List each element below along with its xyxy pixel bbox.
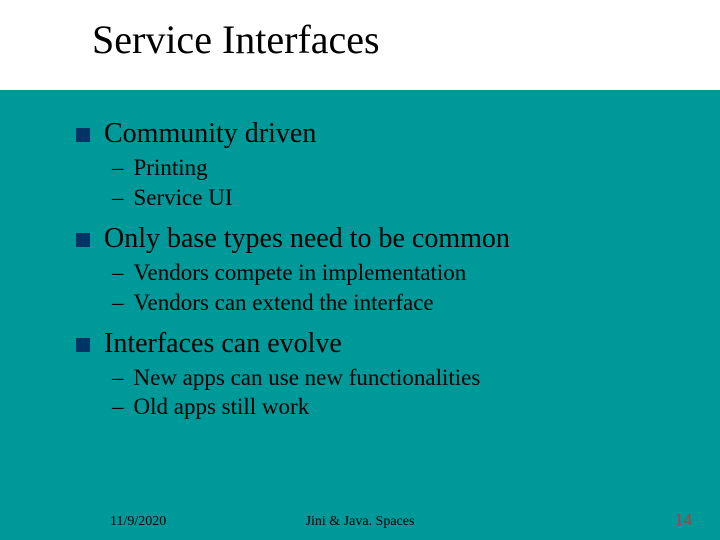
sub-text: New apps can use new functionalities xyxy=(134,363,481,393)
sub-text: Old apps still work xyxy=(134,392,310,422)
square-bullet-icon xyxy=(76,338,90,352)
footer-page-number: 14 xyxy=(675,510,692,530)
bullet-text: Interfaces can evolve xyxy=(104,326,342,361)
sub-item: – Printing xyxy=(112,153,676,183)
sub-item: – Service UI xyxy=(112,183,676,213)
sub-text: Vendors can extend the interface xyxy=(134,288,434,318)
sub-item: – Old apps still work xyxy=(112,392,676,422)
footer: 11/9/2020 Jini & Java. Spaces 14 xyxy=(0,506,720,530)
square-bullet-icon xyxy=(76,128,90,142)
bullet-text: Community driven xyxy=(104,116,316,151)
slide-body: Community driven – Printing – Service UI… xyxy=(76,108,676,422)
title-area: Service Interfaces xyxy=(0,0,720,90)
dash-icon: – xyxy=(112,153,124,183)
square-bullet-icon xyxy=(76,233,90,247)
bullet-item: Only base types need to be common xyxy=(76,221,676,256)
sub-item: – Vendors can extend the interface xyxy=(112,288,676,318)
sub-text: Printing xyxy=(134,153,208,183)
dash-icon: – xyxy=(112,258,124,288)
dash-icon: – xyxy=(112,363,124,393)
dash-icon: – xyxy=(112,288,124,318)
dash-icon: – xyxy=(112,183,124,213)
sub-item: – Vendors compete in implementation xyxy=(112,258,676,288)
bullet-text: Only base types need to be common xyxy=(104,221,510,256)
sub-text: Vendors compete in implementation xyxy=(134,258,467,288)
sub-item: – New apps can use new functionalities xyxy=(112,363,676,393)
sub-text: Service UI xyxy=(134,183,233,213)
footer-center: Jini & Java. Spaces xyxy=(0,514,720,530)
bullet-item: Interfaces can evolve xyxy=(76,326,676,361)
slide-title: Service Interfaces xyxy=(92,18,720,62)
slide: Service Interfaces Community driven – Pr… xyxy=(0,0,720,540)
dash-icon: – xyxy=(112,392,124,422)
bullet-item: Community driven xyxy=(76,116,676,151)
